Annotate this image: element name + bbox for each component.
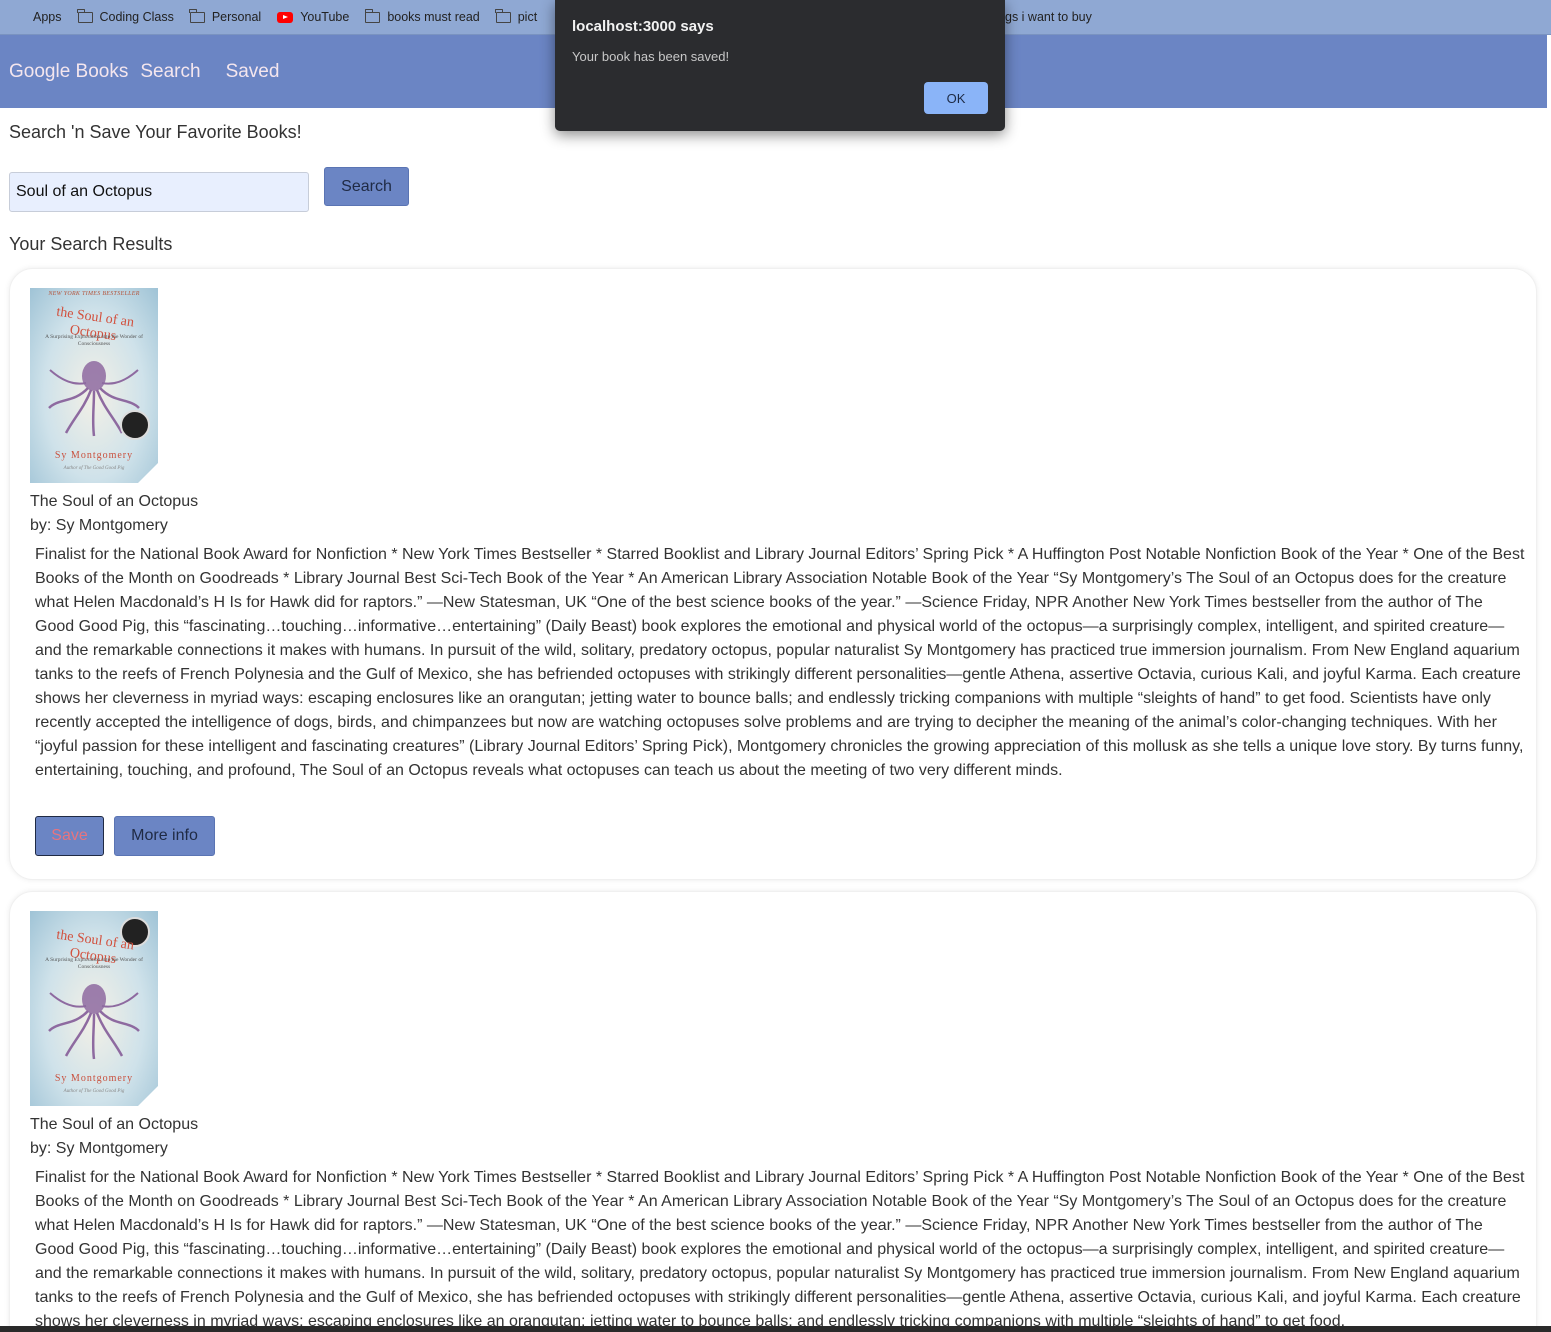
bookmark-personal[interactable]: Personal bbox=[189, 8, 262, 24]
book-cover-image: NEW YORK TIMES BESTSELLER the Soul of an… bbox=[30, 288, 158, 483]
folder-icon bbox=[189, 8, 205, 23]
bookmark-label: Apps bbox=[33, 10, 62, 24]
more-info-button[interactable]: More info bbox=[114, 816, 215, 856]
search-input[interactable] bbox=[9, 172, 309, 212]
alert-dialog: localhost:3000 says Your book has been s… bbox=[555, 0, 1005, 131]
folder-icon bbox=[495, 8, 511, 23]
book-author: by: Sy Montgomery bbox=[30, 1140, 168, 1157]
book-description: Finalist for the National Book Award for… bbox=[35, 1169, 1525, 1330]
window-bottom-edge bbox=[0, 1326, 1551, 1332]
folder-icon bbox=[364, 8, 381, 23]
dialog-ok-button[interactable]: OK bbox=[924, 82, 988, 114]
cover-author: Sy Montgomery bbox=[54, 1073, 134, 1084]
cover-banner: NEW YORK TIMES BESTSELLER bbox=[48, 291, 140, 297]
award-seal-icon bbox=[120, 410, 150, 440]
bookmark-apps[interactable]: Apps bbox=[13, 10, 62, 24]
search-button[interactable]: Search bbox=[324, 167, 409, 206]
book-title: The Soul of an Octopus bbox=[30, 493, 199, 510]
book-cover-image: the Soul of an Octopus A Surprising Expl… bbox=[30, 911, 158, 1106]
bookmark-pict[interactable]: pict bbox=[495, 8, 538, 24]
bookmark-label: YouTube bbox=[300, 10, 350, 24]
dialog-message: Your book has been saved! bbox=[572, 49, 730, 64]
page-curl bbox=[138, 463, 158, 483]
cover-author: Sy Montgomery bbox=[54, 450, 134, 461]
folder-icon bbox=[77, 8, 93, 23]
nav-link-saved[interactable]: Saved bbox=[226, 61, 280, 83]
search-form: Search bbox=[9, 146, 1539, 232]
book-card: the Soul of an Octopus A Surprising Expl… bbox=[9, 891, 1537, 1332]
results-title: Your Search Results bbox=[9, 234, 173, 254]
book-title: The Soul of an Octopus bbox=[30, 1116, 199, 1133]
bookmark-youtube[interactable]: YouTube bbox=[277, 10, 349, 24]
save-button[interactable]: Save bbox=[35, 816, 104, 856]
book-author: by: Sy Montgomery bbox=[30, 517, 168, 534]
book-description: Finalist for the National Book Award for… bbox=[35, 546, 1525, 779]
nav-brand[interactable]: Google Books bbox=[9, 61, 128, 83]
bookmark-label: books must read bbox=[387, 10, 480, 24]
dialog-title: localhost:3000 says bbox=[572, 18, 714, 35]
bookmark-things-to-buy[interactable]: gs i want to buy bbox=[1005, 10, 1092, 24]
bookmark-label: pict bbox=[517, 10, 538, 24]
cover-subtitle: A Surprising Exploration into the Wonder… bbox=[45, 957, 143, 970]
bookmark-label: Coding Class bbox=[99, 10, 174, 24]
page-curl bbox=[138, 1086, 158, 1106]
youtube-icon bbox=[277, 11, 294, 23]
apps-icon bbox=[13, 11, 26, 24]
cover-subtitle: A Surprising Exploration into the Wonder… bbox=[45, 334, 143, 347]
bookmark-label: Personal bbox=[211, 10, 262, 24]
octopus-illustration bbox=[48, 984, 140, 1060]
bookmark-label: gs i want to buy bbox=[1005, 10, 1092, 24]
nav-link-search[interactable]: Search bbox=[140, 61, 200, 83]
book-card: NEW YORK TIMES BESTSELLER the Soul of an… bbox=[9, 268, 1537, 880]
bookmark-coding-class[interactable]: Coding Class bbox=[77, 8, 174, 24]
bookmark-books-must-read[interactable]: books must read bbox=[364, 8, 480, 24]
